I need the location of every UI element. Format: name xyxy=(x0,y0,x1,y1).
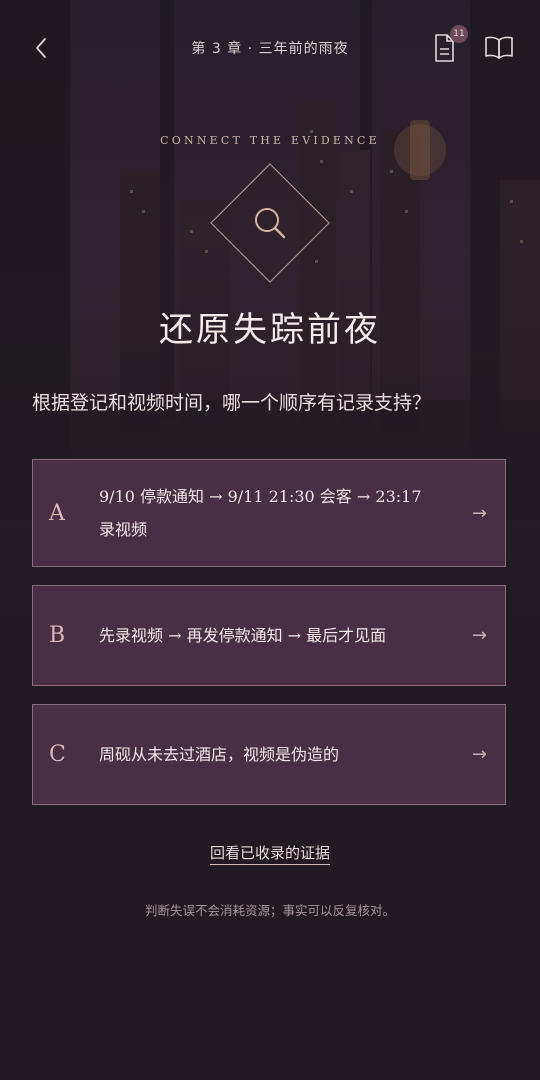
review-evidence-link[interactable]: 回看已收录的证据 xyxy=(0,842,540,865)
option-letter: B xyxy=(49,623,66,648)
option-b-button[interactable]: B 先录视频 → 再发停款通知 → 最后才见面 → xyxy=(32,585,506,686)
option-letter: C xyxy=(49,742,66,767)
magnifier-icon xyxy=(210,163,330,283)
puzzle-question: 根据登记和视频时间，哪一个顺序有记录支持？ xyxy=(32,392,432,414)
option-text: 先录视频 → 再发停款通知 → 最后才见面 xyxy=(99,626,387,645)
arrow-right-icon: → xyxy=(471,625,487,646)
review-evidence-label: 回看已收录的证据 xyxy=(209,844,330,865)
puzzle-emblem xyxy=(210,163,330,283)
open-book-icon xyxy=(485,36,513,59)
option-c-button[interactable]: C 周砚从未去过酒店，视频是伪造的 → xyxy=(32,704,506,805)
puzzle-subtitle: CONNECT THE EVIDENCE xyxy=(160,134,380,147)
footnote-text: 判断失误不会消耗资源；事实可以反复核对。 xyxy=(144,903,395,918)
arrow-right-icon: → xyxy=(471,744,487,765)
puzzle-title: 还原失踪前夜 xyxy=(159,310,381,350)
arrow-right-icon: → xyxy=(471,502,487,524)
option-a-button[interactable]: A 9/10 停款通知 → 9/11 21:30 会客 → 23:17 录视频 … xyxy=(32,459,506,567)
book-button[interactable] xyxy=(482,32,516,62)
option-text: 周砚从未去过酒店，视频是伪造的 xyxy=(99,745,340,764)
top-bar: 第 3 章 · 三年前的雨夜 11 xyxy=(0,0,540,96)
notes-count-badge: 11 xyxy=(450,25,468,43)
option-text: 9/10 停款通知 → 9/11 21:30 会客 → 23:17 录视频 xyxy=(99,487,422,539)
option-letter: A xyxy=(49,500,65,526)
